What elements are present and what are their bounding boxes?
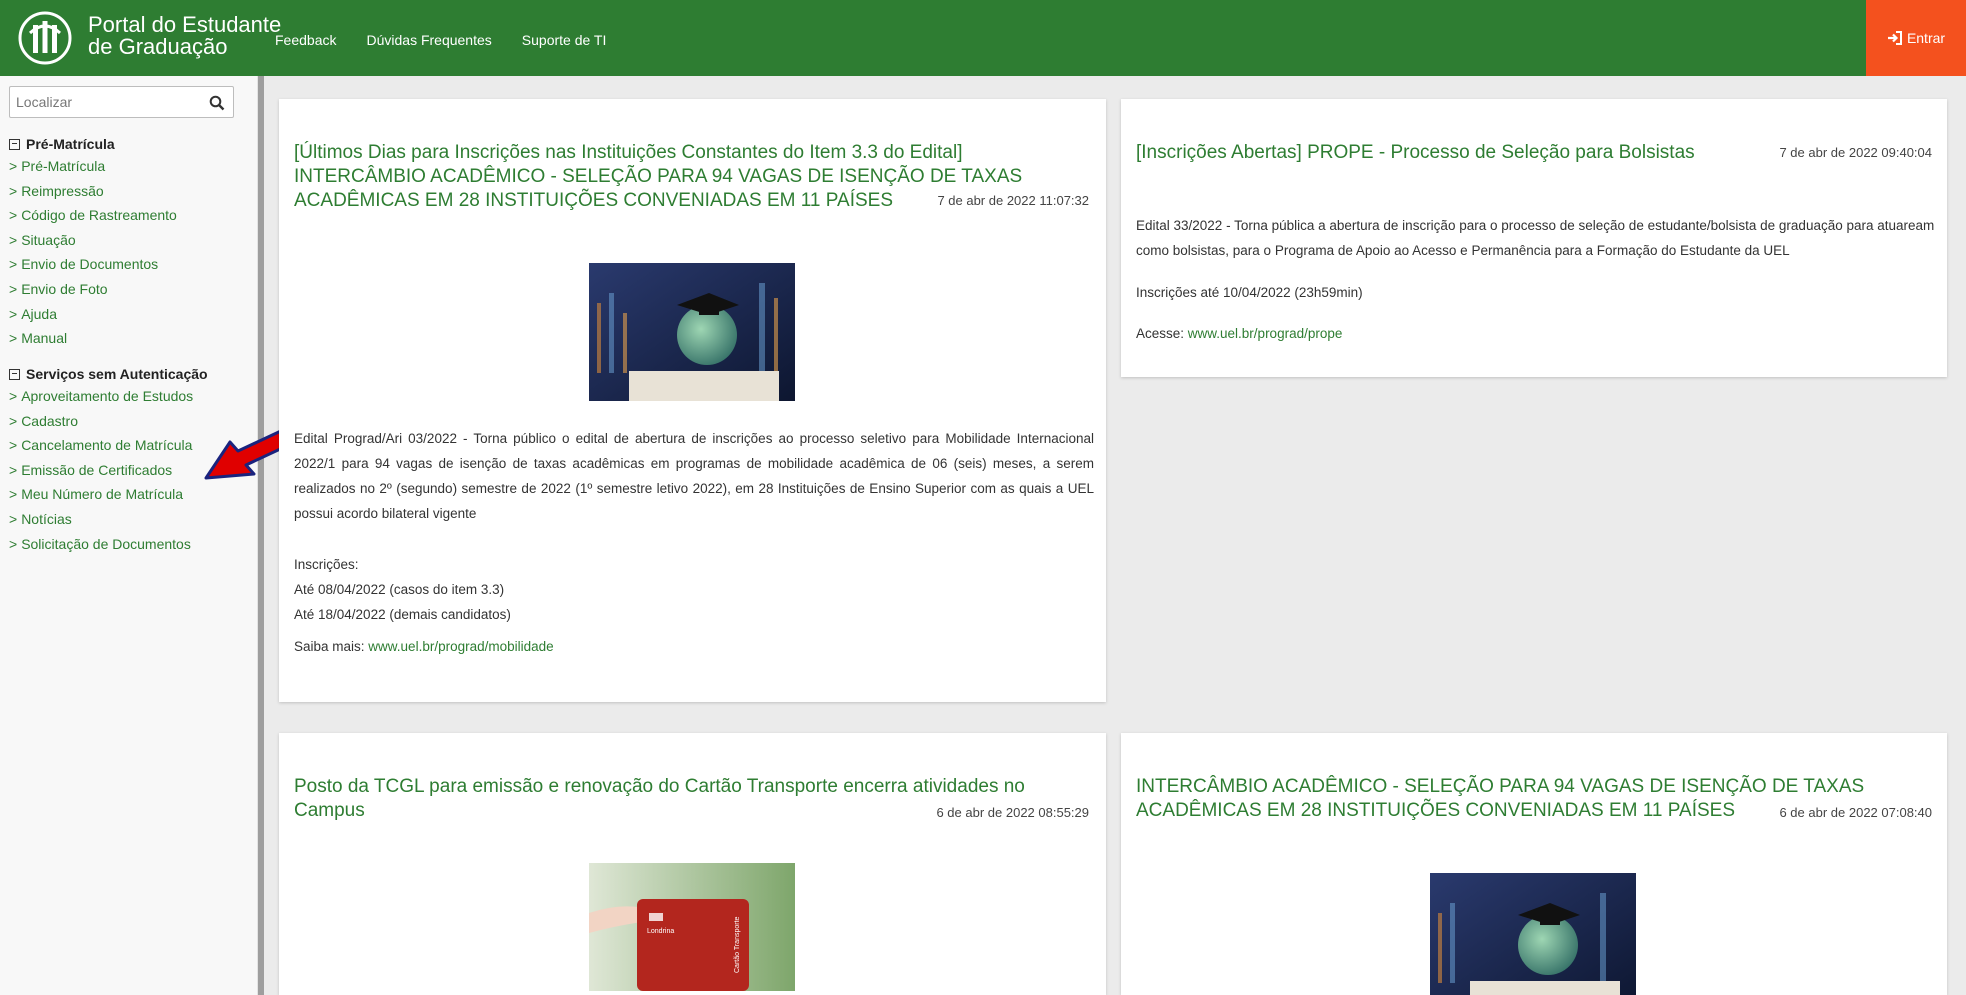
news-inscricoes: Inscrições: Até 08/04/2022 (casos do ite…: [294, 552, 1094, 627]
sidebar-item-cancelamento[interactable]: > Cancelamento de Matrícula: [9, 433, 193, 458]
sidebar-item-codigo-rastreamento[interactable]: > Código de Rastreamento: [9, 203, 177, 228]
servicos-menu: > Aproveitamento de Estudos > Cadastro > Ca…: [9, 384, 193, 556]
news-body: Edital Prograd/Ari 03/2022 - Torna públi…: [294, 431, 1094, 521]
news-image-globe[interactable]: [589, 263, 795, 401]
sidebar-item-numero-matricula[interactable]: > Meu Número de Matrícula: [9, 482, 193, 507]
nav-feedback[interactable]: Feedback: [275, 32, 336, 48]
pre-matricula-menu: > Pré-Matrícula > Reimpressão > Código de R…: [9, 154, 177, 351]
news-card-4: INTERCÂMBIO ACADÊMICO - SELEÇÃO PARA 94 …: [1121, 733, 1947, 995]
news-more: Saiba mais: www.uel.br/prograd/mobilidad…: [294, 634, 1094, 659]
sidebar-item-situacao[interactable]: > Situação: [9, 228, 177, 253]
sidebar-item-reimpressao[interactable]: > Reimpressão: [9, 179, 177, 204]
news-deadline: Inscrições até 10/04/2022 (23h59min): [1136, 285, 1363, 300]
news-card-3: Posto da TCGL para emissão e renovação d…: [279, 733, 1106, 995]
news-image-transport-card[interactable]: Londrina Cartão Transporte: [589, 863, 795, 991]
news-date: 7 de abr de 2022 09:40:04: [1779, 145, 1932, 160]
deadline-2: Até 18/04/2022 (demais candidatos): [294, 607, 511, 622]
news-date: 6 de abr de 2022 08:55:29: [936, 805, 1089, 820]
section-servicos-label: Serviços sem Autenticação: [26, 366, 208, 382]
search-input[interactable]: Localizar: [9, 86, 234, 118]
more-label: Acesse:: [1136, 326, 1188, 341]
sidebar-item-noticias[interactable]: > Notícias: [9, 507, 193, 532]
section-servicos[interactable]: Serviços sem Autenticação: [9, 366, 208, 382]
portal-title-line2: de Graduação: [88, 34, 228, 59]
card-label-text: Cartão Transporte: [734, 916, 741, 973]
deadline-1: Até 08/04/2022 (casos do item 3.3): [294, 582, 505, 597]
news-date: 6 de abr de 2022 07:08:40: [1779, 805, 1932, 820]
sidebar-item-manual[interactable]: > Manual: [9, 326, 177, 351]
collapse-icon: [9, 368, 20, 380]
sidebar-item-pre-matricula[interactable]: > Pré-Matrícula: [9, 154, 177, 179]
news-card-2: [Inscrições Abertas] PROPE - Processo de…: [1121, 99, 1947, 377]
more-label: Saiba mais:: [294, 639, 369, 654]
sign-in-icon: [1887, 31, 1902, 45]
nav-suporte-ti[interactable]: Suporte de TI: [522, 32, 607, 48]
news-body: Edital 33/2022 - Torna pública a abertur…: [1136, 218, 1935, 258]
section-pre-matricula-label: Pré-Matrícula: [26, 136, 115, 152]
sidebar: Localizar Pré-Matrícula > Pré-Matrícula >…: [0, 76, 258, 995]
top-nav: Feedback Dúvidas Frequentes Suporte de T…: [275, 32, 606, 48]
news-title[interactable]: [Inscrições Abertas] PROPE - Processo de…: [1136, 141, 1696, 165]
news-more: Acesse: www.uel.br/prograd/prope: [1136, 321, 1936, 346]
inscricoes-label: Inscrições:: [294, 557, 359, 572]
sidebar-item-ajuda[interactable]: > Ajuda: [9, 302, 177, 327]
login-label: Entrar: [1906, 30, 1946, 46]
sidebar-item-solicitacao-documentos[interactable]: > Solicitação de Documentos: [9, 532, 193, 557]
sidebar-item-cadastro[interactable]: > Cadastro: [9, 409, 193, 434]
news-card-1: [Últimos Dias para Inscrições nas Instit…: [279, 99, 1106, 702]
section-pre-matricula[interactable]: Pré-Matrícula: [9, 136, 115, 152]
sidebar-item-emissao-certificados[interactable]: > Emissão de Certificados: [9, 458, 193, 483]
collapse-icon: [9, 138, 20, 150]
uel-logo-icon[interactable]: [18, 11, 72, 65]
sidebar-item-envio-foto[interactable]: > Envio de Foto: [9, 277, 177, 302]
login-button[interactable]: Entrar: [1866, 0, 1966, 76]
nav-duvidas-frequentes[interactable]: Dúvidas Frequentes: [366, 32, 491, 48]
prope-link[interactable]: www.uel.br/prograd/prope: [1188, 326, 1343, 341]
mobilidade-link[interactable]: www.uel.br/prograd/mobilidade: [368, 639, 553, 654]
sidebar-divider[interactable]: [258, 76, 264, 995]
portal-title[interactable]: Portal do Estudante de Graduação: [88, 14, 281, 58]
sidebar-item-envio-documentos[interactable]: > Envio de Documentos: [9, 252, 177, 277]
search-placeholder: Localizar: [16, 94, 73, 110]
news-date: 7 de abr de 2022 11:07:32: [937, 193, 1089, 208]
news-image-globe[interactable]: [1430, 873, 1636, 995]
card-city-text: Londrina: [647, 928, 674, 935]
portal-title-line1: Portal do Estudante: [88, 12, 282, 37]
search-icon[interactable]: [209, 95, 225, 111]
top-navbar: Portal do Estudante de Graduação Feedbac…: [0, 0, 1966, 76]
sidebar-item-aproveitamento[interactable]: > Aproveitamento de Estudos: [9, 384, 193, 409]
